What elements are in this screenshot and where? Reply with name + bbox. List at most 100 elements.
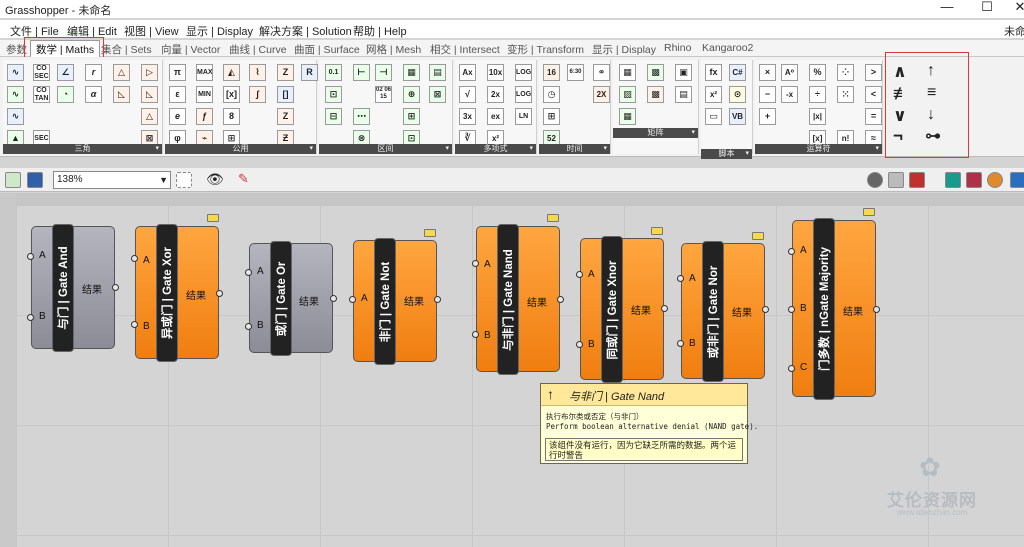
date-range-icon[interactable]: 2X	[593, 86, 610, 103]
tab-rhino[interactable]: Rhino	[664, 42, 691, 54]
matrix-lock-icon[interactable]: ▣	[675, 64, 692, 81]
equality-icon[interactable]: =	[865, 108, 882, 125]
ln-icon[interactable]: LN	[515, 108, 532, 125]
csharp-script-icon[interactable]: C#	[729, 64, 746, 81]
expression-icon[interactable]: fx	[705, 64, 722, 81]
gate-nand-grip-b[interactable]	[472, 331, 479, 338]
right-triangle-icon[interactable]: ◺	[113, 86, 130, 103]
addition-icon[interactable]: +	[759, 108, 776, 125]
triangle-trig-icon[interactable]: △	[113, 64, 130, 81]
matrix-swap-icon[interactable]: ▨	[619, 86, 636, 103]
matrix-green-icon[interactable]: ▩	[647, 64, 664, 81]
blur-icon[interactable]: ∫	[249, 86, 266, 103]
logn-icon[interactable]: LOGn	[515, 86, 532, 103]
gate-majority-grip-c[interactable]	[788, 365, 795, 372]
smhs-icon[interactable]: ⊞	[543, 108, 560, 125]
tab-mesh[interactable]: 网格 | Mesh	[366, 42, 421, 57]
modulus-icon[interactable]: %	[809, 64, 826, 81]
gate-not-component[interactable]: A 非门 | Gate Not 结果	[353, 238, 437, 365]
gate-majority-grip-b[interactable]	[788, 306, 795, 313]
matrix-display-icon[interactable]: ▤	[675, 86, 692, 103]
clock-icon[interactable]: ◷	[543, 86, 560, 103]
exp-icon[interactable]: ex	[487, 108, 504, 125]
document-preview-icon[interactable]	[1010, 172, 1024, 188]
less-than-icon[interactable]: <	[865, 86, 882, 103]
gate-and-grip-a[interactable]	[27, 253, 34, 260]
triangle-icon[interactable]: ◺	[141, 86, 158, 103]
cosecant-icon[interactable]: CO SEC	[33, 64, 50, 81]
sine-icon[interactable]: ∿	[7, 64, 24, 81]
power2-icon[interactable]: 2x	[487, 86, 504, 103]
no-preview-icon[interactable]	[867, 172, 883, 188]
infinity-icon[interactable]: 8	[223, 108, 240, 125]
tab-transform[interactable]: 变形 | Transform	[507, 42, 584, 57]
gate-xor-grip-out[interactable]	[216, 290, 223, 297]
arc-icon[interactable]: ◔	[57, 86, 74, 103]
gate-majority-component[interactable]: A B C 门多数 | nGate Majority 结果	[792, 218, 876, 400]
gate-xnor-component[interactable]: A B 同或门 | Gate Xnor 结果	[580, 236, 664, 383]
round-icon[interactable]: R	[301, 64, 318, 81]
minimize-button[interactable]: —	[935, 0, 959, 16]
domain-icon[interactable]: 0.1	[325, 64, 342, 81]
zoom-extents-icon[interactable]	[176, 172, 192, 188]
triangle-trig2-icon[interactable]: ▷	[141, 64, 158, 81]
tab-display[interactable]: 显示 | Display	[592, 42, 656, 57]
time-icon[interactable]: 6:30	[567, 64, 584, 81]
gate-and-component[interactable]: A B 与门 | Gate And 结果	[31, 224, 115, 352]
link-icon[interactable]: ⚭	[593, 64, 610, 81]
gate-xnor-grip-b[interactable]	[576, 341, 583, 348]
sqrt-icon[interactable]: √	[459, 86, 476, 103]
gate-majority-grip-a[interactable]	[788, 248, 795, 255]
gate-xnor-grip-a[interactable]	[576, 271, 583, 278]
shaded-preview-icon[interactable]	[909, 172, 925, 188]
divide-op-icon[interactable]: ÷	[809, 86, 826, 103]
power3-icon[interactable]: 3x	[459, 108, 476, 125]
cosine-icon[interactable]: ∿	[7, 86, 24, 103]
menu-display[interactable]: 显示 | Display	[186, 23, 253, 39]
menu-view[interactable]: 视图 | View	[124, 23, 179, 39]
sketch-brush-icon[interactable]: ✎	[238, 172, 254, 188]
gate-not-grip-a[interactable]	[349, 296, 356, 303]
gate-or-grip-a[interactable]	[245, 269, 252, 276]
material-preview-icon[interactable]	[987, 172, 1003, 188]
matrix-grid-icon[interactable]: ▦	[619, 108, 636, 125]
menu-help[interactable]: 帮助 | Help	[353, 23, 407, 39]
tab-intersect[interactable]: 相交 | Intersect	[430, 42, 500, 57]
absolute-icon[interactable]: |x|	[809, 108, 826, 125]
close-button[interactable]: ✕	[1008, 0, 1024, 16]
terminal-icon[interactable]: ▭	[705, 108, 722, 125]
gate-nand-grip-a[interactable]	[472, 260, 479, 267]
epsilon-icon[interactable]: ε	[169, 86, 186, 103]
series-icon[interactable]: 02 06 15	[375, 86, 392, 103]
tab-vector[interactable]: 向量 | Vector	[161, 42, 220, 57]
solve-triangle-icon[interactable]: △	[141, 108, 158, 125]
deconstruct2-icon[interactable]: ⊞	[403, 108, 420, 125]
split-icon[interactable]: ⊠	[429, 86, 446, 103]
preview-selected-icon[interactable]	[966, 172, 982, 188]
remap2-icon[interactable]: ⊡	[325, 86, 342, 103]
preview-eye-icon[interactable]: 👁	[206, 172, 224, 188]
integer-icon[interactable]: [x]	[223, 86, 240, 103]
maximize-button[interactable]: ☐	[975, 0, 999, 16]
bracket-icon[interactable]: []	[277, 86, 294, 103]
sinc-icon[interactable]: ∿	[7, 108, 24, 125]
gate-nor-grip-b[interactable]	[677, 340, 684, 347]
subtract-icon[interactable]: −	[759, 86, 776, 103]
consec-icon[interactable]: ⊢	[353, 64, 370, 81]
e-icon[interactable]: e	[169, 108, 186, 125]
multiply-icon[interactable]: ×	[759, 64, 776, 81]
z-box-icon[interactable]: Z	[277, 108, 294, 125]
gate-nor-grip-a[interactable]	[677, 275, 684, 282]
min-icon[interactable]: MIN	[196, 86, 213, 103]
z-icon[interactable]: Z	[277, 64, 294, 81]
gate-xor-component[interactable]: A B 异或门 | Gate Xor 结果	[135, 224, 219, 362]
gate-or-grip-out[interactable]	[330, 295, 337, 302]
tab-curve[interactable]: 曲线 | Curve	[229, 42, 287, 57]
degrees-icon[interactable]: α	[85, 86, 102, 103]
evaluate-icon[interactable]: x²	[705, 86, 722, 103]
tangent-icon[interactable]: ∠	[57, 64, 74, 81]
mass-addition-icon[interactable]: ⁘	[837, 64, 854, 81]
radians-icon[interactable]: r	[85, 64, 102, 81]
gate-xnor-grip-out[interactable]	[661, 305, 668, 312]
fx-icon[interactable]: ƒ	[196, 108, 213, 125]
